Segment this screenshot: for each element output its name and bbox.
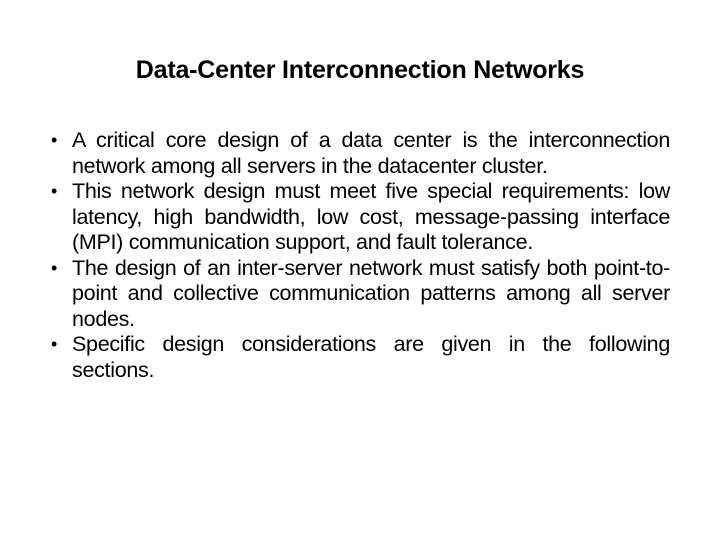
bullet-marker-icon: •: [51, 130, 58, 150]
bullet-marker-icon: •: [51, 334, 58, 354]
bullet-item: • The design of an inter-server network …: [48, 256, 670, 333]
bullet-item: • Specific design considerations are giv…: [48, 332, 670, 383]
bullet-text: Specific design considerations are given…: [72, 332, 670, 382]
bullet-item: • This network design must meet five spe…: [48, 179, 670, 256]
slide: Data-Center Interconnection Networks • A…: [0, 0, 720, 540]
bullet-marker-icon: •: [51, 257, 58, 278]
slide-title: Data-Center Interconnection Networks: [135, 56, 585, 84]
bullet-text: A critical core design of a data center …: [72, 128, 670, 178]
bullet-item: • A critical core design of a data cente…: [48, 128, 670, 179]
bullet-list: • A critical core design of a data cente…: [48, 128, 670, 383]
bullet-text: The design of an inter-server network mu…: [72, 255, 670, 331]
bullet-text: This network design must meet five speci…: [72, 179, 670, 254]
bullet-marker-icon: •: [51, 181, 58, 201]
